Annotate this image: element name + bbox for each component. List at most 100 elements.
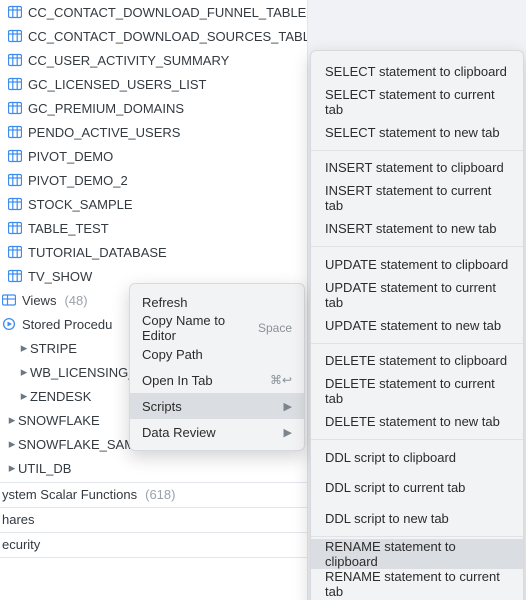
shares-group[interactable]: hares [0, 508, 307, 530]
table-icon [8, 269, 22, 283]
scripts-menu-item[interactable]: RENAME statement to clipboard [311, 539, 523, 570]
menu-item-label: Open In Tab [142, 373, 213, 388]
shortcut-label: ⌘↩ [270, 373, 292, 387]
scripts-menu-item[interactable]: UPDATE statement to clipboard [311, 249, 523, 280]
table-name: TUTORIAL_DATABASE [28, 245, 167, 260]
table-row[interactable]: GC_LICENSED_USERS_LIST [0, 72, 307, 96]
shortcut-label: Space [258, 321, 292, 335]
table-name: CC_USER_ACTIVITY_SUMMARY [28, 53, 229, 68]
table-icon [8, 101, 22, 115]
table-row[interactable]: CC_CONTACT_DOWNLOAD_FUNNEL_TABLE [0, 0, 307, 24]
scripts-menu-item[interactable]: SELECT statement to new tab [311, 117, 523, 148]
scripts-menu-item[interactable]: DDL script to clipboard [311, 442, 523, 473]
scripts-menu-item[interactable]: SELECT statement to current tab [311, 87, 523, 118]
menu-scripts[interactable]: Scripts ▶ [130, 393, 304, 419]
table-icon [8, 5, 22, 19]
stored-procedure-icon [2, 317, 16, 331]
database-row[interactable]: ▸UTIL_DB [0, 456, 307, 480]
menu-item-label: DDL script to clipboard [325, 450, 456, 465]
shares-label: hares [2, 512, 35, 527]
table-row[interactable]: PIVOT_DEMO [0, 144, 307, 168]
menu-item-label: UPDATE statement to new tab [325, 318, 501, 333]
menu-refresh[interactable]: Refresh [130, 289, 304, 315]
menu-data-review[interactable]: Data Review ▶ [130, 419, 304, 445]
menu-item-label: Refresh [142, 295, 188, 310]
chevron-right-icon: ▸ [18, 336, 30, 360]
menu-item-label: DDL script to current tab [325, 480, 465, 495]
database-name: SNOWFLAKE_SAM [18, 437, 135, 452]
menu-item-label: Data Review [142, 425, 216, 440]
table-name: TABLE_TEST [28, 221, 109, 236]
menu-open-in-tab[interactable]: Open In Tab ⌘↩ [130, 367, 304, 393]
scripts-menu-item[interactable]: UPDATE statement to new tab [311, 310, 523, 341]
system-scalar-functions[interactable]: ystem Scalar Functions (618) [0, 483, 307, 505]
stored-procedures-label: Stored Procedu [22, 317, 112, 332]
chevron-right-icon: ▸ [18, 360, 30, 384]
table-icon [8, 173, 22, 187]
views-count: (48) [64, 293, 87, 308]
chevron-right-icon: ▸ [18, 384, 30, 408]
menu-copy-name[interactable]: Copy Name to Editor Space [130, 315, 304, 341]
chevron-right-icon: ▶ [284, 426, 292, 439]
table-row[interactable]: PIVOT_DEMO_2 [0, 168, 307, 192]
menu-item-label: UPDATE statement to clipboard [325, 257, 508, 272]
scripts-menu-item[interactable]: DELETE statement to current tab [311, 376, 523, 407]
views-label: Views [22, 293, 56, 308]
table-icon [8, 245, 22, 259]
table-name: PIVOT_DEMO [28, 149, 113, 164]
table-name: TV_SHOW [28, 269, 92, 284]
menu-item-label: INSERT statement to current tab [325, 183, 509, 213]
scripts-menu-item[interactable]: DDL script to current tab [311, 473, 523, 504]
scripts-menu-item[interactable]: DDL script to new tab [311, 503, 523, 534]
table-row[interactable]: TABLE_TEST [0, 216, 307, 240]
table-row[interactable]: STOCK_SAMPLE [0, 192, 307, 216]
scripts-menu-item[interactable]: RENAME statement to current tab [311, 569, 523, 600]
menu-item-label: INSERT statement to clipboard [325, 160, 504, 175]
menu-item-label: DELETE statement to new tab [325, 414, 500, 429]
menu-copy-path[interactable]: Copy Path [130, 341, 304, 367]
scripts-menu-item[interactable]: UPDATE statement to current tab [311, 280, 523, 311]
table-row[interactable]: CC_USER_ACTIVITY_SUMMARY [0, 48, 307, 72]
database-name: UTIL_DB [18, 461, 71, 476]
database-name: SNOWFLAKE [18, 413, 100, 428]
menu-item-label: DELETE statement to clipboard [325, 353, 507, 368]
menu-item-label: RENAME statement to clipboard [325, 539, 509, 569]
table-icon [8, 125, 22, 139]
table-name: GC_LICENSED_USERS_LIST [28, 77, 206, 92]
views-icon [2, 293, 16, 307]
menu-separator [311, 150, 523, 151]
chevron-right-icon: ▶ [284, 400, 292, 413]
menu-separator [311, 536, 523, 537]
menu-separator [311, 343, 523, 344]
menu-item-label: UPDATE statement to current tab [325, 280, 509, 310]
chevron-right-icon: ▸ [6, 456, 18, 480]
scripts-menu-item[interactable]: INSERT statement to clipboard [311, 153, 523, 184]
scripts-menu-item[interactable]: INSERT statement to current tab [311, 183, 523, 214]
schema-name: ZENDESK [30, 389, 91, 404]
scripts-menu-item[interactable]: INSERT statement to new tab [311, 214, 523, 245]
security-group[interactable]: ecurity [0, 533, 307, 555]
table-icon [8, 29, 22, 43]
scripts-menu-item[interactable]: DELETE statement to clipboard [311, 346, 523, 377]
menu-separator [311, 439, 523, 440]
menu-item-label: DELETE statement to current tab [325, 376, 509, 406]
table-row[interactable]: GC_PREMIUM_DOMAINS [0, 96, 307, 120]
table-icon [8, 221, 22, 235]
schema-name: WB_LICENSING_I [30, 365, 139, 380]
table-name: PENDO_ACTIVE_USERS [28, 125, 180, 140]
scripts-submenu[interactable]: SELECT statement to clipboardSELECT stat… [310, 50, 524, 600]
context-menu[interactable]: Refresh Copy Name to Editor Space Copy P… [129, 283, 305, 451]
table-row[interactable]: TUTORIAL_DATABASE [0, 240, 307, 264]
table-icon [8, 197, 22, 211]
menu-item-label: INSERT statement to new tab [325, 221, 497, 236]
system-scalar-functions-label: ystem Scalar Functions [2, 487, 137, 502]
table-row[interactable]: CC_CONTACT_DOWNLOAD_SOURCES_TABLE [0, 24, 307, 48]
security-label: ecurity [2, 537, 40, 552]
schema-name: STRIPE [30, 341, 77, 356]
table-row[interactable]: PENDO_ACTIVE_USERS [0, 120, 307, 144]
table-name: CC_CONTACT_DOWNLOAD_FUNNEL_TABLE [28, 5, 306, 20]
scripts-menu-item[interactable]: DELETE statement to new tab [311, 407, 523, 438]
chevron-right-icon: ▸ [6, 408, 18, 432]
scripts-menu-item[interactable]: SELECT statement to clipboard [311, 56, 523, 87]
table-icon [8, 149, 22, 163]
